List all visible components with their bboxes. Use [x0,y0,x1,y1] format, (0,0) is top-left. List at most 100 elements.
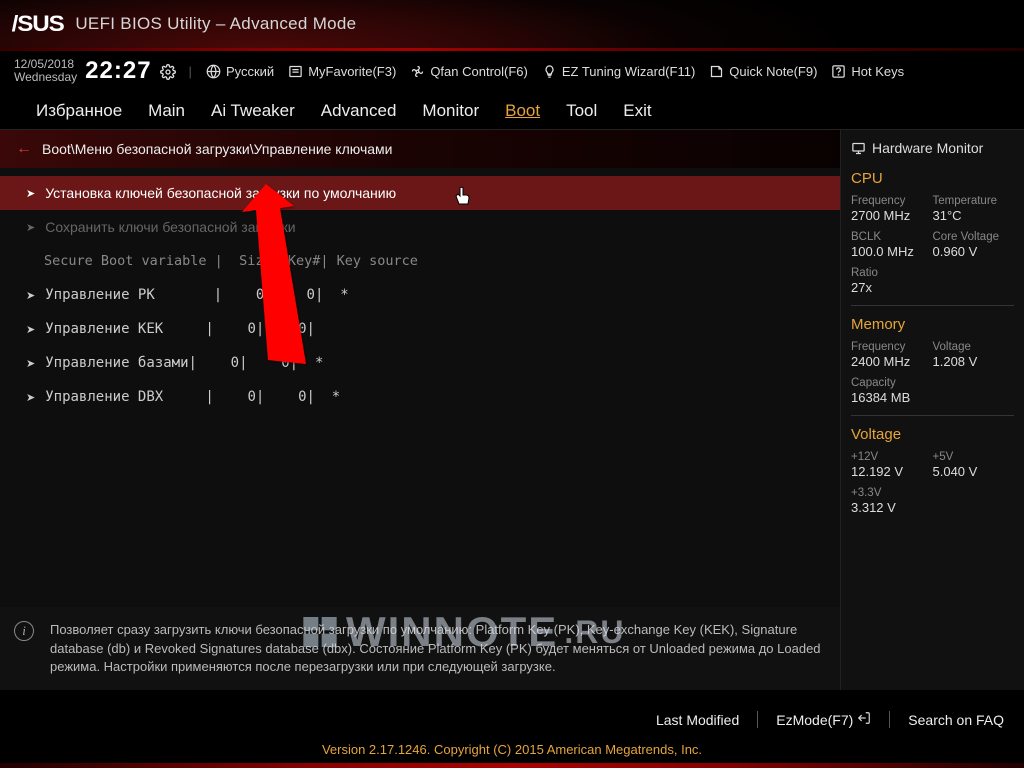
cpu-freq-label: Frequency [851,195,933,207]
submenu-arrow-icon: ➤ [26,187,35,200]
list-icon [288,64,303,79]
memory-heading: Memory [851,316,1014,333]
help-text: Позволяет сразу загрузить ключи безопасн… [50,622,821,673]
v5-value: 5.040 V [933,464,1015,479]
cpu-temp-value: 31°C [933,208,1015,223]
myfavorite-button[interactable]: MyFavorite(F3) [288,64,396,79]
help-icon [831,64,846,79]
tab-exit[interactable]: Exit [623,101,651,121]
tab-tool[interactable]: Tool [566,101,597,121]
bulb-icon [542,64,557,79]
ratio-label: Ratio [851,267,1014,279]
mem-volt-value: 1.208 V [933,354,1015,369]
hotkeys-button[interactable]: Hot Keys [831,64,904,79]
mem-volt-label: Voltage [933,341,1015,353]
submenu-arrow-icon: ➤ [26,391,35,404]
tab-boot[interactable]: Boot [505,101,540,121]
submenu-arrow-icon: ➤ [26,323,35,336]
row-label: Сохранить ключи безопасной загрузки [45,219,295,235]
language-label: Русский [226,64,274,79]
mem-cap-value: 16384 MB [851,390,1014,405]
weekday-text: Wednesday [14,71,77,84]
app-title: UEFI BIOS Utility – Advanced Mode [75,14,356,34]
hardware-monitor-panel: Hardware Monitor CPU Frequency2700 MHz T… [840,130,1024,690]
hotkeys-label: Hot Keys [851,64,904,79]
title-bar: /SUS UEFI BIOS Utility – Advanced Mode [0,0,1024,48]
row-label: Установка ключей безопасной загрузки по … [45,185,396,201]
note-icon [709,64,724,79]
corevolt-label: Core Voltage [933,231,1015,243]
submenu-arrow-icon: ➤ [26,221,35,234]
tab-advanced[interactable]: Advanced [321,101,397,121]
submenu-arrow-icon: ➤ [26,289,35,302]
search-faq-button[interactable]: Search on FAQ [908,711,1004,728]
datetime-block: 12/05/2018 Wednesday 22:27 [14,57,175,85]
v12-value: 12.192 V [851,464,933,479]
v5-label: +5V [933,451,1015,463]
bclk-label: BCLK [851,231,933,243]
cpu-freq-value: 2700 MHz [851,208,933,223]
tab-monitor[interactable]: Monitor [422,101,479,121]
tab-favorites[interactable]: Избранное [36,101,122,121]
gear-icon[interactable] [160,64,175,79]
v33-value: 3.312 V [851,500,1014,515]
language-select[interactable]: Русский [206,64,274,79]
tab-main[interactable]: Main [148,101,185,121]
breadcrumb[interactable]: ← Boot\Меню безопасной загрузки\Управлен… [0,130,840,168]
clock-time: 22:27 [85,57,151,85]
copyright-text: Version 2.17.1246. Copyright (C) 2015 Am… [0,738,1024,763]
quicknote-label: Quick Note(F9) [729,64,817,79]
cpu-temp-label: Temperature [933,195,1015,207]
row-label: Управление базами| 0| 0| * [45,355,323,371]
settings-list: ➤ Установка ключей безопасной загрузки п… [0,168,840,607]
exit-icon [857,711,871,728]
bclk-value: 100.0 MHz [851,244,933,259]
submenu-arrow-icon: ➤ [26,357,35,370]
hwmon-title-text: Hardware Monitor [872,140,983,156]
content-panel: ← Boot\Меню безопасной загрузки\Управлен… [0,130,840,690]
brand-logo: /SUS [12,11,64,37]
row-label: Управление DBX | 0| 0| * [45,389,340,405]
back-arrow-icon[interactable]: ← [16,140,32,158]
help-panel: i Позволяет сразу загрузить ключи безопа… [0,607,840,690]
eztuning-button[interactable]: EZ Tuning Wizard(F11) [542,64,695,79]
row-label: Управление PK | 0| 0| * [45,287,348,303]
row-dbx[interactable]: ➤ Управление DBX | 0| 0| * [0,380,840,414]
decorative-stripe [0,763,1024,768]
quicknote-button[interactable]: Quick Note(F9) [709,64,817,79]
qfan-label: Qfan Control(F6) [430,64,528,79]
bottom-bar: Last Modified EzMode(F7) Search on FAQ V… [0,701,1024,768]
cpu-heading: CPU [851,170,1014,187]
fan-icon [410,64,425,79]
mem-cap-label: Capacity [851,377,1014,389]
v12-label: +12V [851,451,933,463]
main-tabs: Избранное Main Ai Tweaker Advanced Monit… [0,95,1024,130]
row-pk[interactable]: ➤ Управление PK | 0| 0| * [0,278,840,312]
row-column-header: Secure Boot variable | Size| Key#| Key s… [0,244,840,278]
mem-freq-value: 2400 MHz [851,354,933,369]
tab-aitweaker[interactable]: Ai Tweaker [211,101,295,121]
row-db[interactable]: ➤ Управление базами| 0| 0| * [0,346,840,380]
ezmode-button[interactable]: EzMode(F7) [776,711,871,728]
header-text: Secure Boot variable | Size| Key#| Key s… [44,253,418,269]
info-icon: i [14,621,34,641]
mem-freq-label: Frequency [851,341,933,353]
info-row: 12/05/2018 Wednesday 22:27 | Русский MyF… [0,51,1024,95]
monitor-icon [851,141,866,156]
v33-label: +3.3V [851,487,1014,499]
eztuning-label: EZ Tuning Wizard(F11) [562,64,695,79]
ratio-value: 27x [851,280,1014,295]
row-label: Управление KEK | 0| 0| [45,321,315,337]
main-area: ← Boot\Меню безопасной загрузки\Управлен… [0,130,1024,690]
globe-icon [206,64,221,79]
last-modified-button[interactable]: Last Modified [656,711,739,728]
row-kek[interactable]: ➤ Управление KEK | 0| 0| [0,312,840,346]
voltage-heading: Voltage [851,426,1014,443]
qfan-button[interactable]: Qfan Control(F6) [410,64,528,79]
hwmon-title: Hardware Monitor [851,136,1014,164]
row-save-keys: ➤ Сохранить ключи безопасной загрузки [0,210,840,244]
corevolt-value: 0.960 V [933,244,1015,259]
myfavorite-label: MyFavorite(F3) [308,64,396,79]
row-install-default-keys[interactable]: ➤ Установка ключей безопасной загрузки п… [0,176,840,210]
breadcrumb-text: Boot\Меню безопасной загрузки\Управление… [42,141,392,157]
